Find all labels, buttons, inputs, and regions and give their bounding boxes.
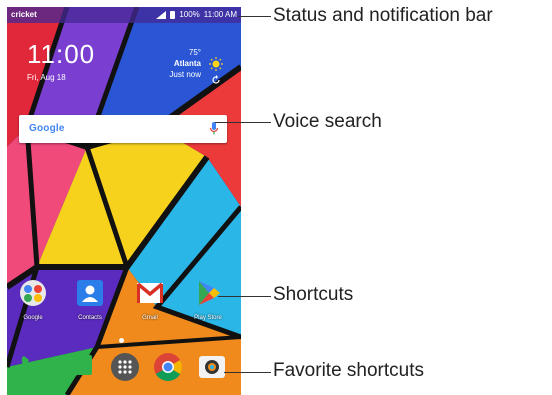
gmail-icon bbox=[136, 282, 164, 303]
shortcut-contacts[interactable]: Contacts bbox=[70, 279, 110, 321]
camera-icon[interactable] bbox=[197, 352, 227, 382]
page-indicator bbox=[119, 338, 124, 343]
status-time: 11:00 AM bbox=[203, 10, 237, 19]
callout-voice-search: Voice search bbox=[273, 111, 382, 132]
messages-icon[interactable] bbox=[65, 352, 95, 382]
google-search-bar[interactable]: Google bbox=[19, 115, 227, 143]
shortcut-label: Google bbox=[23, 315, 43, 321]
phone-screen: cricket 100% 11:00 AM 11:00 Fri, Aug 18 … bbox=[7, 7, 241, 395]
google-folder-icon bbox=[20, 280, 46, 306]
status-icons: 100% 11:00 AM bbox=[156, 10, 237, 19]
play-store-icon bbox=[199, 281, 220, 305]
refresh-icon[interactable] bbox=[211, 75, 221, 85]
google-logo: Google bbox=[29, 123, 65, 134]
sun-icon bbox=[209, 57, 223, 71]
carrier-label: cricket bbox=[11, 10, 37, 19]
weather-city: Atlanta bbox=[173, 59, 201, 68]
microphone-icon[interactable] bbox=[209, 121, 219, 137]
callout-shortcuts: Shortcuts bbox=[273, 284, 354, 305]
chrome-icon[interactable] bbox=[153, 352, 183, 382]
status-bar[interactable]: cricket 100% 11:00 AM bbox=[7, 7, 241, 23]
callout-line-favorites bbox=[224, 372, 271, 373]
callout-line-voice bbox=[215, 122, 271, 123]
weather-temp: 75° bbox=[188, 48, 201, 57]
shortcut-google[interactable]: Google bbox=[13, 279, 53, 321]
app-drawer-icon[interactable] bbox=[110, 352, 140, 382]
weather-updated: Just now bbox=[169, 70, 201, 79]
clock-widget-date: Fri, Aug 18 bbox=[27, 73, 66, 82]
signal-icon bbox=[156, 10, 167, 19]
shortcut-label: Gmail bbox=[142, 315, 158, 321]
battery-icon bbox=[170, 10, 176, 19]
shortcut-label: Play Store bbox=[194, 315, 222, 321]
clock-widget-time[interactable]: 11:00 bbox=[27, 39, 95, 70]
contacts-icon bbox=[77, 280, 103, 306]
weather-widget[interactable]: 75° Atlanta Just now bbox=[169, 47, 201, 80]
callout-favorite-shortcuts: Favorite shortcuts bbox=[273, 360, 424, 381]
callout-line-shortcuts bbox=[218, 296, 271, 297]
callout-line-status bbox=[238, 16, 271, 17]
shortcut-gmail[interactable]: Gmail bbox=[130, 279, 170, 321]
shortcut-play-store[interactable]: Play Store bbox=[188, 279, 228, 321]
callout-status-bar: Status and notification bar bbox=[273, 5, 493, 26]
phone-icon[interactable] bbox=[17, 352, 47, 382]
battery-percent: 100% bbox=[179, 10, 200, 19]
shortcut-label: Contacts bbox=[78, 315, 102, 321]
